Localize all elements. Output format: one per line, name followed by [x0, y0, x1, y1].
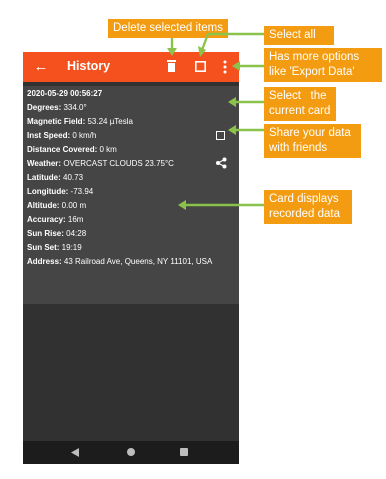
card-field-degrees: Degrees: 334.0°	[27, 103, 87, 112]
trash-icon[interactable]	[167, 60, 176, 72]
callout-delete: Delete selected items	[108, 19, 228, 38]
more-vert-icon[interactable]	[223, 60, 227, 74]
callout-select-all: Select all	[264, 26, 334, 45]
card-field-weather: Weather: OVERCAST CLOUDS 23.75°C	[27, 159, 174, 168]
system-nav-bar	[23, 441, 239, 464]
card-timestamp: 2020-05-29 00:56:27	[27, 89, 103, 98]
share-icon[interactable]	[215, 157, 227, 169]
nav-recents-icon[interactable]	[180, 448, 188, 456]
nav-back-icon[interactable]	[71, 448, 79, 457]
card-field-accuracy: Accuracy: 16m	[27, 215, 84, 224]
callout-card-desc: Card displays recorded data	[264, 190, 352, 224]
history-card[interactable]: 2020-05-29 00:56:27 Degrees: 334.0° Magn…	[23, 86, 239, 304]
phone-screen: ← History 2020-05-29 00:56:27 Degrees: 3…	[23, 52, 239, 464]
checkbox-icon[interactable]	[195, 61, 206, 72]
card-field-latitude: Latitude: 40.73	[27, 173, 84, 182]
card-field-magnetic: Magnetic Field: 53.24 µTesla	[27, 117, 133, 126]
card-field-speed: Inst Speed: 0 km/h	[27, 131, 97, 140]
back-arrow-icon[interactable]: ←	[32, 56, 50, 78]
card-field-sunset: Sun Set: 19:19	[27, 243, 82, 252]
nav-home-icon[interactable]	[127, 448, 135, 456]
card-field-distance: Distance Covered: 0 km	[27, 145, 117, 154]
page-title: History	[67, 59, 111, 73]
card-field-address: Address: 43 Railroad Ave, Queens, NY 111…	[27, 257, 213, 266]
callout-share: Share your data with friends	[264, 124, 361, 158]
app-bar: ← History	[23, 52, 239, 82]
card-field-altitude: Altitude: 0.00 m	[27, 201, 87, 210]
card-field-longitude: Longitude: -73.94	[27, 187, 94, 196]
card-checkbox-icon[interactable]	[216, 131, 225, 140]
card-field-sunrise: Sun Rise: 04:28	[27, 229, 87, 238]
callout-select-card: Select the current card	[264, 87, 336, 121]
callout-more-options: Has more options like 'Export Data'	[264, 48, 382, 82]
